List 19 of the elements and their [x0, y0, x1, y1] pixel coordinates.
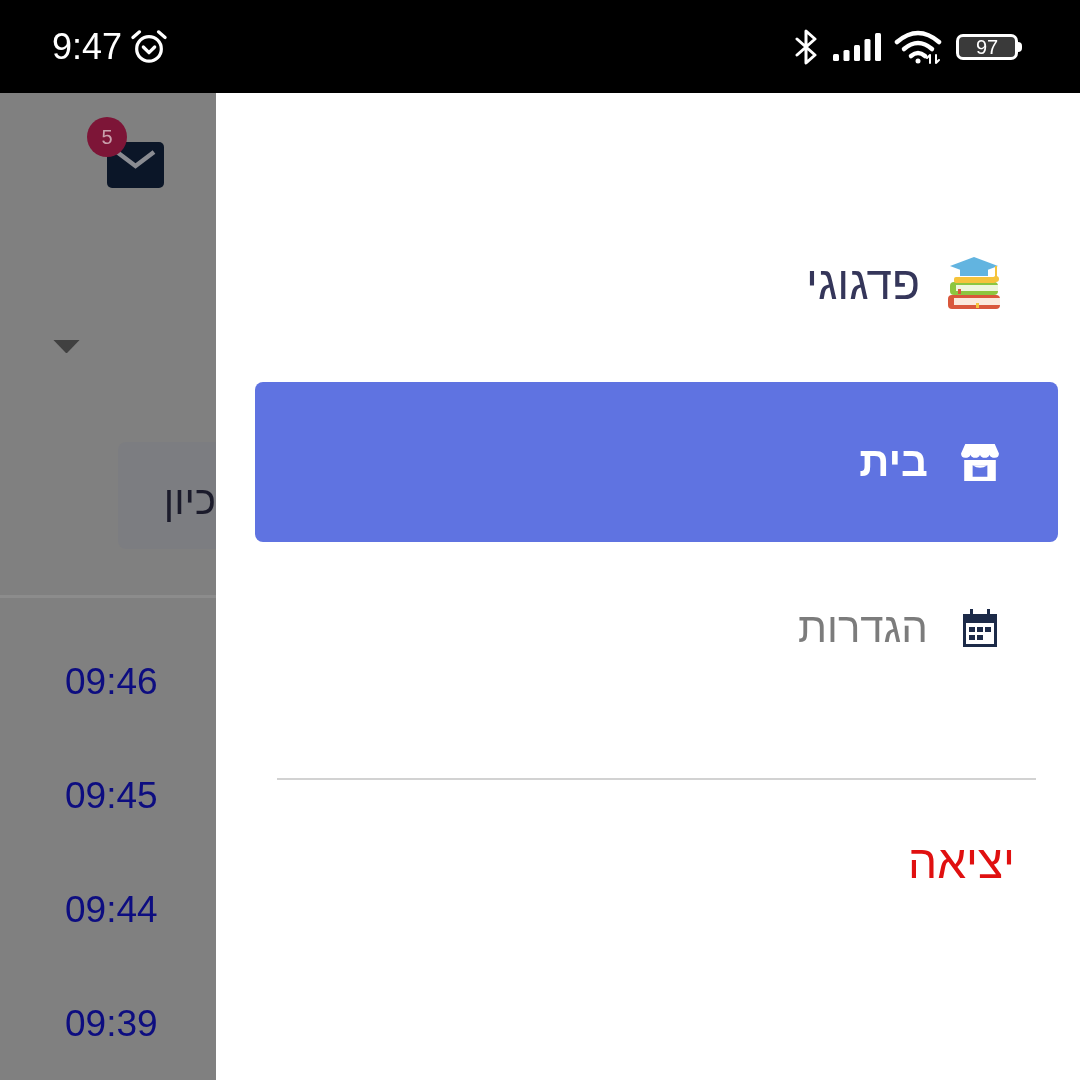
brand-title: פדגוגי: [805, 260, 920, 306]
time-label: 09:39: [65, 1004, 158, 1042]
calendar-icon: [960, 608, 1000, 648]
message-count-badge: 5: [87, 117, 127, 157]
logout-link[interactable]: יציאה: [908, 839, 1015, 885]
signal-icon: [833, 32, 881, 61]
mail-icon[interactable]: [107, 142, 164, 188]
time-label: 09:46: [65, 662, 158, 700]
dropdown-caret-icon[interactable]: [53, 339, 80, 354]
time-label: 09:45: [65, 776, 158, 814]
menu-item[interactable]: בית: [255, 382, 1058, 542]
alarm-clock-icon: [130, 28, 169, 65]
time-label: 09:44: [65, 890, 158, 928]
battery-indicator: 97: [956, 33, 1022, 60]
store-icon: [960, 442, 1000, 482]
wifi-icon: [894, 29, 942, 64]
partial-card: כיון: [118, 442, 216, 550]
graduation-books-icon: [946, 255, 1002, 311]
status-time: 9:47: [52, 28, 123, 65]
